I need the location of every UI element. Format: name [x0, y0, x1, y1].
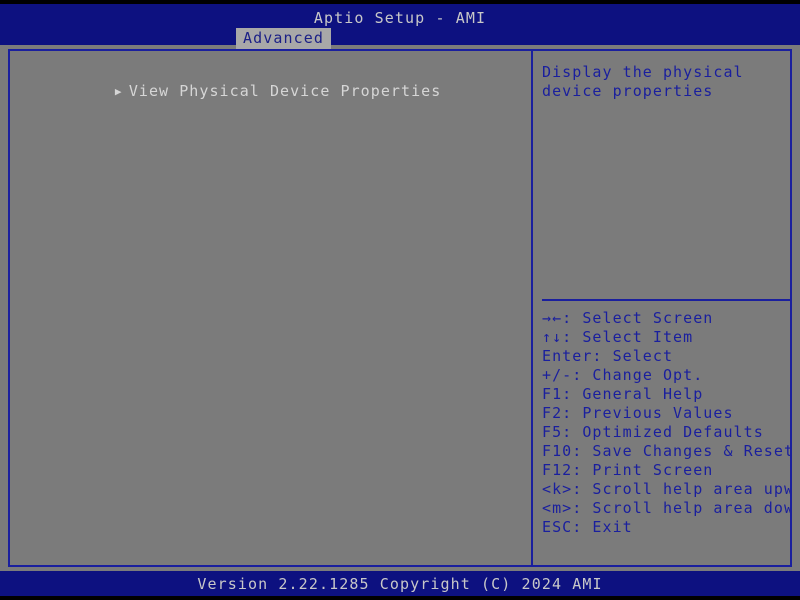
content-frame: ▶ View Physical Device Properties Display…	[8, 49, 792, 567]
help-key-optimized-defaults: F5: Optimized Defaults	[542, 423, 790, 442]
page-title: Aptio Setup - AMI	[313, 9, 487, 27]
help-key-text: : Select	[592, 347, 674, 365]
version-copyright-text: Version 2.22.1285 Copyright (C) 2024 AMI	[197, 575, 603, 593]
help-key-text: : Previous Values	[562, 404, 734, 422]
help-key-text: : General Help	[562, 385, 704, 403]
title-bar: Aptio Setup - AMI Advanced	[0, 4, 800, 49]
help-key-glyph: F12	[542, 461, 573, 479]
help-key-save-changes-reset: F10: Save Changes & Reset	[542, 442, 790, 461]
tab-bar: Advanced	[0, 28, 800, 49]
footer-bar: Version 2.22.1285 Copyright (C) 2024 AMI	[0, 571, 800, 596]
menu-list: ▶ View Physical Device Properties	[10, 63, 531, 100]
help-key-text: : Select Screen	[562, 309, 714, 327]
help-key-glyph: F1	[542, 385, 563, 403]
help-key-text: : Exit	[572, 518, 633, 536]
help-key-previous-values: F2: Previous Values	[542, 404, 790, 423]
help-key-text: : Scroll help area upwards	[572, 480, 790, 498]
help-key-glyph: ESC	[542, 518, 573, 536]
triangle-right-icon: ▶	[114, 85, 123, 98]
help-key-glyph: <k>	[542, 480, 573, 498]
help-key-scroll-down: <m>: Scroll help area downwards	[542, 499, 790, 518]
help-key-glyph: F10	[542, 442, 573, 460]
settings-panel: ▶ View Physical Device Properties	[10, 51, 531, 565]
help-key-glyph: →←	[542, 309, 563, 327]
bios-setup-screen: Aptio Setup - AMI Advanced ▶ View Physica…	[0, 0, 800, 600]
help-key-select-screen: →←: Select Screen	[542, 309, 790, 328]
help-key-esc-exit: ESC: Exit	[542, 518, 790, 537]
help-key-glyph: F2	[542, 404, 563, 422]
help-key-change-opt: +/-: Change Opt.	[542, 366, 790, 385]
help-key-enter-select: Enter: Select	[542, 347, 790, 366]
help-key-text: : Print Screen	[572, 461, 714, 479]
help-key-print-screen: F12: Print Screen	[542, 461, 790, 480]
help-key-text: : Optimized Defaults	[562, 423, 764, 441]
help-key-text: : Select Item	[562, 328, 694, 346]
help-key-glyph: ↑↓	[542, 328, 563, 346]
letterbox-bottom	[0, 596, 800, 600]
help-key-scroll-up: <k>: Scroll help area upwards	[542, 480, 790, 499]
help-key-text: : Save Changes & Reset	[572, 442, 790, 460]
help-key-glyph: F5	[542, 423, 563, 441]
help-key-glyph: <m>	[542, 499, 573, 517]
help-key-glyph: Enter	[542, 347, 593, 365]
help-panel: Display the physical device properties →…	[533, 51, 790, 565]
help-key-text: : Scroll help area downwards	[572, 499, 790, 517]
menu-item-label: View Physical Device Properties	[128, 82, 442, 100]
help-key-general-help: F1: General Help	[542, 385, 790, 404]
menu-item-view-physical-device-properties[interactable]: ▶ View Physical Device Properties	[10, 63, 531, 100]
help-key-list: →←: Select Screen ↑↓: Select Item Enter:…	[542, 309, 790, 537]
tab-advanced[interactable]: Advanced	[236, 28, 332, 49]
help-key-glyph: +/-	[542, 366, 573, 384]
help-description: Display the physical device properties	[542, 63, 744, 100]
help-key-text: : Change Opt.	[572, 366, 704, 384]
help-separator	[542, 299, 790, 301]
help-key-select-item: ↑↓: Select Item	[542, 328, 790, 347]
